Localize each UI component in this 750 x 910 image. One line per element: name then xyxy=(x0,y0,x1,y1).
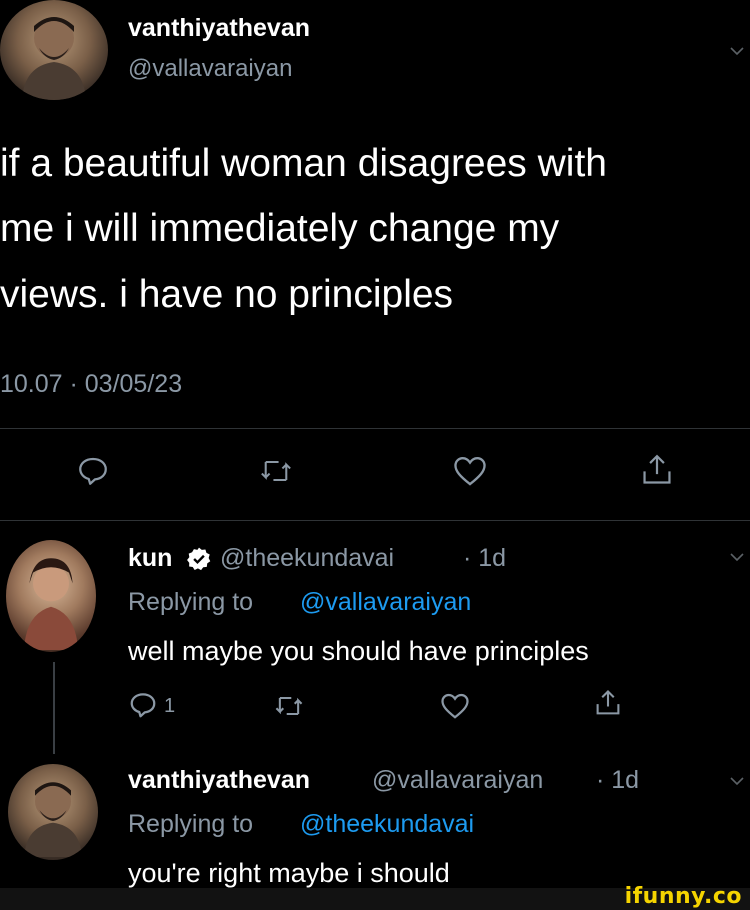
tweet-text-line: if a beautiful woman disagrees with xyxy=(0,142,607,185)
like-icon[interactable] xyxy=(440,692,470,720)
handle[interactable]: @theekundavai xyxy=(220,544,394,573)
chevron-down-icon[interactable] xyxy=(728,772,746,790)
reply-text: well maybe you should have principles xyxy=(128,636,589,666)
avatar[interactable] xyxy=(0,0,108,100)
divider xyxy=(0,520,750,521)
avatar-portrait-icon xyxy=(22,17,86,100)
replying-to-handle[interactable]: @theekundavai xyxy=(300,810,474,839)
retweet-icon[interactable] xyxy=(273,693,305,719)
avatar-portrait-icon xyxy=(24,558,78,650)
replying-to-label: Replying to xyxy=(128,588,254,616)
replying-to-handle[interactable]: @vallavaraiyan xyxy=(300,588,471,617)
watermark-logo: ifunny.co xyxy=(624,884,742,909)
chevron-down-icon[interactable] xyxy=(728,548,746,566)
avatar[interactable] xyxy=(6,540,96,652)
like-icon[interactable] xyxy=(452,455,488,487)
reply-count: 1 xyxy=(164,695,176,717)
reply-age: · 1d xyxy=(596,766,640,794)
retweet-icon[interactable] xyxy=(258,456,294,486)
reply-text: you're right maybe i should xyxy=(128,858,450,888)
avatar-portrait-icon xyxy=(24,782,82,857)
replying-to-label: Replying to xyxy=(128,810,254,838)
display-name[interactable]: vanthiyathevan xyxy=(128,766,310,795)
reply-age: · 1d xyxy=(463,544,507,572)
share-icon[interactable] xyxy=(594,688,622,718)
tweet-text-line: views. i have no principles xyxy=(0,273,454,316)
divider xyxy=(0,428,750,429)
timestamp[interactable]: 10.07 · 03/05/23 xyxy=(0,370,182,399)
display-name[interactable]: kun xyxy=(128,544,172,573)
share-icon[interactable] xyxy=(640,452,674,488)
verified-badge-icon xyxy=(186,546,212,572)
tweet-text-line: me i will immediately change my xyxy=(0,207,560,250)
handle[interactable]: @vallavaraiyan xyxy=(372,766,543,795)
reply-icon[interactable] xyxy=(76,454,110,488)
handle[interactable]: @vallavaraiyan xyxy=(128,55,292,83)
chevron-down-icon[interactable] xyxy=(728,42,746,60)
display-name[interactable]: vanthiyathevan xyxy=(128,14,310,43)
avatar[interactable] xyxy=(8,764,98,860)
reply-icon[interactable] xyxy=(128,690,158,720)
thread-line xyxy=(53,662,55,754)
